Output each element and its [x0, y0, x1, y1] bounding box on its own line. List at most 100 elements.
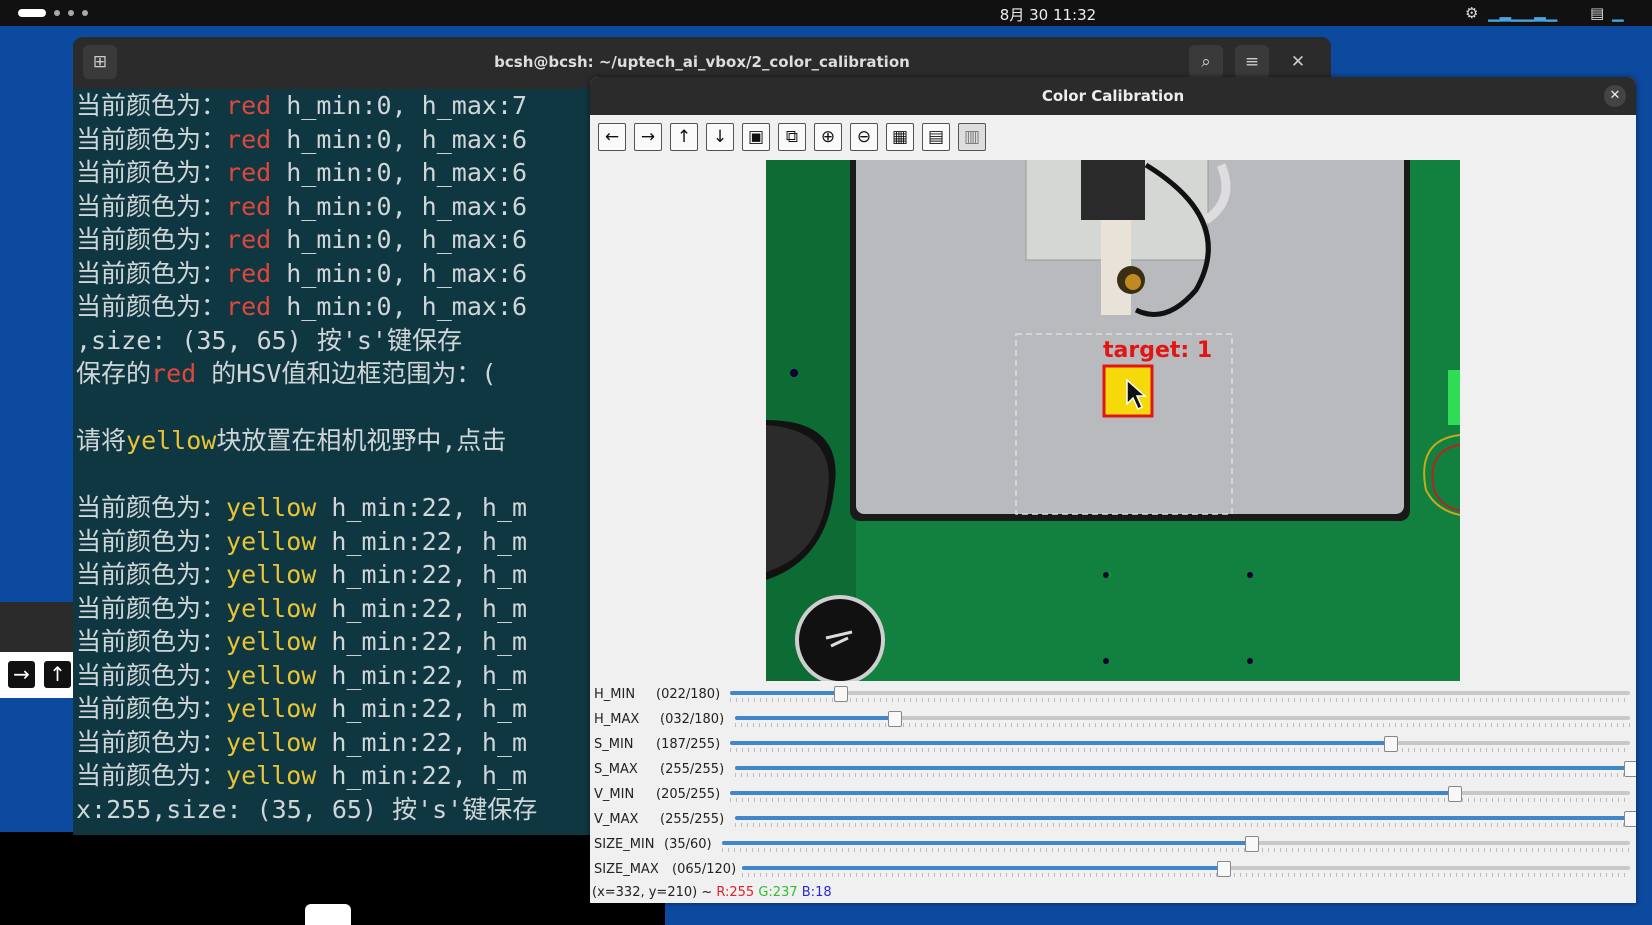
- slider-value: (032/180): [660, 712, 725, 727]
- clipboard-icon[interactable]: ▤: [922, 123, 950, 151]
- color-word: yellow: [226, 493, 317, 522]
- arrow-down-icon[interactable]: ↓: [706, 123, 734, 151]
- terminal-line: 当前颜色为：red h_min:0, h_max:6: [76, 190, 527, 224]
- line-text: 当前颜色为：: [76, 694, 227, 723]
- memory-icon[interactable]: ▤: [1590, 4, 1604, 22]
- arrow-up-icon[interactable]: ↑: [670, 123, 698, 151]
- slider-handle[interactable]: [888, 711, 903, 727]
- slider-fill: [730, 691, 840, 695]
- slider-h-min[interactable]: [730, 691, 1630, 695]
- clock[interactable]: 8月 30 11:32: [0, 4, 1652, 25]
- slider-value: (022/180): [656, 687, 721, 702]
- image-zoom-icon[interactable]: ⧉: [778, 123, 806, 151]
- terminal-line: 当前颜色为：yellow h_min:22, h_m: [76, 558, 527, 592]
- slider-s-max[interactable]: [735, 766, 1630, 770]
- terminal-line: 当前颜色为：yellow h_min:22, h_m: [76, 759, 527, 793]
- line-text: 当前颜色为：: [76, 158, 227, 187]
- slider-value: (065/120): [672, 862, 737, 877]
- search-icon[interactable]: ⌕: [1189, 45, 1223, 79]
- slider-fill: [722, 841, 1252, 845]
- slider-handle[interactable]: [1624, 811, 1636, 827]
- slider-v-min[interactable]: [730, 791, 1630, 795]
- color-word: yellow: [126, 426, 217, 455]
- color-calibration-window[interactable]: Color Calibration ✕ ← → ↑ ↓ ▣ ⧉ ⊕ ⊖ ▦ ▤ ▥: [590, 77, 1636, 903]
- slider-value: (187/255): [656, 737, 721, 752]
- slider-label: S_MAX: [594, 762, 638, 777]
- color-word: red: [226, 91, 272, 120]
- color-word: yellow: [226, 660, 317, 690]
- slider-ticks: [742, 873, 1630, 877]
- background-window-toolbar: [0, 602, 74, 652]
- line-text: 当前颜色为：: [76, 526, 227, 556]
- save-icon[interactable]: ▦: [886, 123, 914, 151]
- slider-handle[interactable]: [1383, 736, 1398, 752]
- line-text: 当前颜色为：: [76, 493, 227, 522]
- line-text: 块放置在相机视野中,点击: [216, 426, 507, 455]
- terminal-line: 当前颜色为：yellow h_min:22, h_m: [76, 592, 527, 626]
- slider-handle[interactable]: [1624, 761, 1636, 777]
- menu-icon[interactable]: ≡: [1235, 45, 1269, 79]
- line-text: 当前颜色为：: [76, 560, 227, 589]
- camera-preview[interactable]: target: 1: [766, 160, 1460, 681]
- line-text: 当前颜色为：: [76, 225, 227, 254]
- terminal-line: 当前颜色为：red h_min:0, h_max:6: [76, 156, 527, 190]
- close-icon[interactable]: ✕: [1281, 45, 1315, 79]
- memory-graph-icon: ▁: [1612, 4, 1624, 22]
- color-word: red: [226, 258, 272, 288]
- arrow-up-icon[interactable]: ↑: [44, 661, 71, 688]
- color-word: yellow: [226, 727, 317, 757]
- line-text: 的HSV值和边框范围为：(: [196, 359, 497, 388]
- slider-handle[interactable]: [833, 686, 848, 702]
- slider-h-max[interactable]: [735, 716, 1630, 720]
- cpu-icon[interactable]: ⚙: [1465, 4, 1478, 22]
- slider-handle[interactable]: [1245, 836, 1260, 852]
- line-text: h_min:0, h_max:7: [271, 91, 528, 120]
- slider-s-min[interactable]: [730, 741, 1630, 745]
- color-word: red: [226, 124, 272, 154]
- slider-handle[interactable]: [1217, 861, 1232, 877]
- slider-label: V_MAX: [594, 812, 639, 827]
- slider-ticks: [730, 698, 1630, 702]
- arrow-right-icon[interactable]: →: [634, 123, 662, 151]
- line-text: 保存的: [76, 359, 152, 388]
- line-text: h_min:22, h_m: [316, 727, 528, 757]
- slider-label: V_MIN: [594, 787, 635, 802]
- color-word: yellow: [226, 694, 317, 723]
- terminal-line: 当前颜色为：red h_min:0, h_max:6: [76, 123, 527, 157]
- line-text: 请将: [76, 426, 127, 455]
- zoom-out-icon[interactable]: ⊖: [850, 123, 878, 151]
- line-text: 当前颜色为：: [76, 727, 227, 757]
- line-text: h_min:0, h_max:6: [271, 258, 528, 288]
- arrow-right-icon[interactable]: →: [8, 661, 35, 688]
- terminal-line: ,size: (35, 65) 按's'键保存: [76, 324, 462, 358]
- properties-icon[interactable]: ▥: [958, 123, 986, 151]
- arrow-left-icon[interactable]: ←: [598, 123, 626, 151]
- slider-ticks: [735, 823, 1630, 827]
- slider-v-max[interactable]: [735, 816, 1630, 820]
- color-word: yellow: [226, 526, 317, 556]
- terminal-line: 当前颜色为：red h_min:0, h_max:6: [76, 257, 527, 291]
- line-text: h_min:22, h_m: [316, 526, 528, 556]
- line-text: h_min:22, h_m: [316, 593, 528, 623]
- close-icon[interactable]: ✕: [1604, 85, 1626, 107]
- color-word: red: [226, 191, 272, 221]
- slider-size-max[interactable]: [742, 866, 1630, 870]
- network-icon: ▁▂▁▁▂▁: [1488, 4, 1558, 22]
- line-text: x:255,size: (35, 65) 按's'键保存: [76, 794, 538, 824]
- line-text: ,size: (35, 65) 按's'键保存: [76, 325, 462, 355]
- line-text: h_min:0, h_max:6: [271, 124, 528, 154]
- slider-ticks: [722, 848, 1630, 852]
- line-text: 当前颜色为：: [76, 91, 227, 120]
- status-red: R:255: [716, 885, 755, 900]
- line-text: 当前颜色为：: [76, 124, 227, 154]
- status-green: G:237: [758, 885, 798, 900]
- slider-handle[interactable]: [1447, 786, 1462, 802]
- terminal-line: 请将yellow块放置在相机视野中,点击: [76, 424, 506, 458]
- image-icon[interactable]: ▣: [742, 123, 770, 151]
- slider-fill: [730, 741, 1390, 745]
- slider-size-min[interactable]: [722, 841, 1630, 845]
- status-bar: (x=332, y=210) ~ R:255 G:237 B:18: [592, 884, 832, 902]
- slider-value: (255/255): [660, 812, 725, 827]
- terminal-line: 当前颜色为：yellow h_min:22, h_m: [76, 625, 527, 659]
- zoom-in-icon[interactable]: ⊕: [814, 123, 842, 151]
